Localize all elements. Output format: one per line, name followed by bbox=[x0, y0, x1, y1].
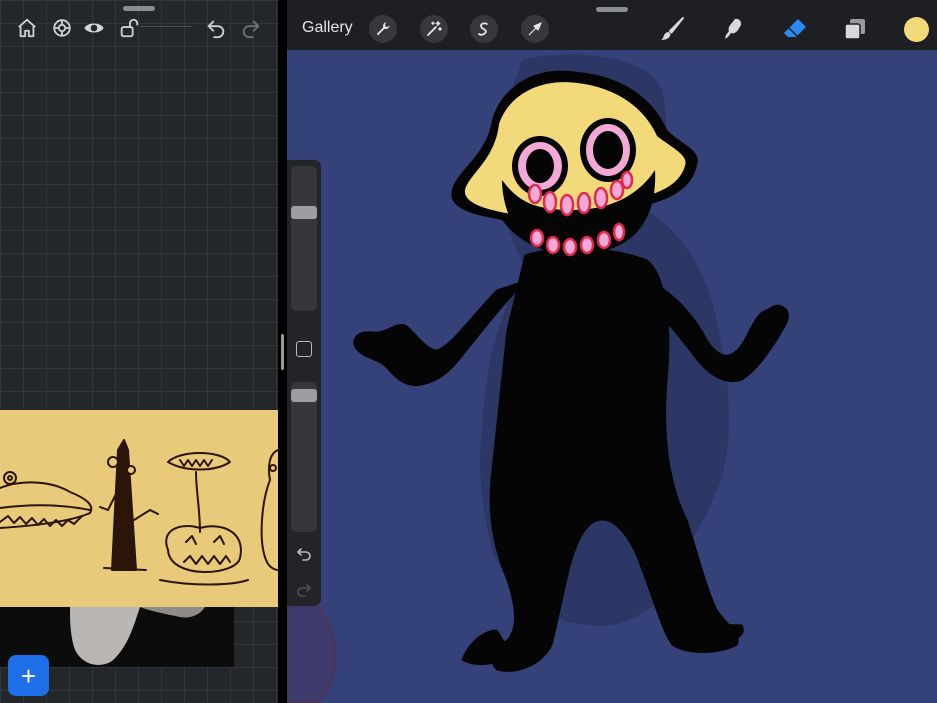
procreate-top-bar: Gallery bbox=[287, 0, 937, 50]
smudge-icon[interactable] bbox=[720, 15, 748, 43]
toolbar-separator bbox=[140, 26, 192, 27]
reference-image[interactable] bbox=[0, 410, 278, 607]
split-view-handle[interactable] bbox=[281, 334, 284, 370]
undo-icon[interactable] bbox=[204, 16, 228, 40]
brush-size-slider-handle[interactable] bbox=[291, 205, 317, 219]
redo-icon[interactable] bbox=[239, 16, 263, 40]
selection-icon[interactable] bbox=[470, 15, 498, 43]
adjust-icon[interactable] bbox=[50, 16, 74, 40]
modify-square-icon[interactable] bbox=[296, 341, 312, 357]
add-reference-button[interactable]: + bbox=[8, 655, 49, 696]
eraser-icon[interactable] bbox=[781, 15, 809, 43]
procreate-canvas-pane[interactable]: Gallery bbox=[287, 0, 937, 703]
magic-wand-icon[interactable] bbox=[420, 15, 448, 43]
monster-sketch-drawing bbox=[0, 439, 278, 586]
pane-grab-handle[interactable] bbox=[123, 6, 155, 11]
drawing-canvas[interactable] bbox=[287, 50, 937, 703]
redo-icon[interactable] bbox=[294, 580, 314, 600]
undo-icon[interactable] bbox=[294, 544, 314, 564]
home-icon[interactable] bbox=[15, 16, 39, 40]
opacity-slider[interactable] bbox=[291, 382, 317, 532]
unlock-icon[interactable] bbox=[117, 16, 141, 40]
pane-grab-handle[interactable] bbox=[596, 7, 628, 12]
reference-pane[interactable]: + bbox=[0, 0, 278, 703]
brush-size-slider[interactable] bbox=[291, 166, 317, 311]
opacity-slider-handle[interactable] bbox=[291, 388, 317, 402]
transform-arrow-icon[interactable] bbox=[521, 15, 549, 43]
gallery-button[interactable]: Gallery bbox=[302, 19, 353, 37]
procreate-sidebar bbox=[287, 160, 321, 606]
reference-toolbar bbox=[0, 0, 278, 52]
layers-icon[interactable] bbox=[841, 15, 869, 43]
wrench-icon[interactable] bbox=[369, 15, 397, 43]
brush-icon[interactable] bbox=[658, 15, 686, 43]
eye-icon[interactable] bbox=[82, 16, 106, 40]
color-picker-swatch[interactable] bbox=[904, 17, 929, 42]
